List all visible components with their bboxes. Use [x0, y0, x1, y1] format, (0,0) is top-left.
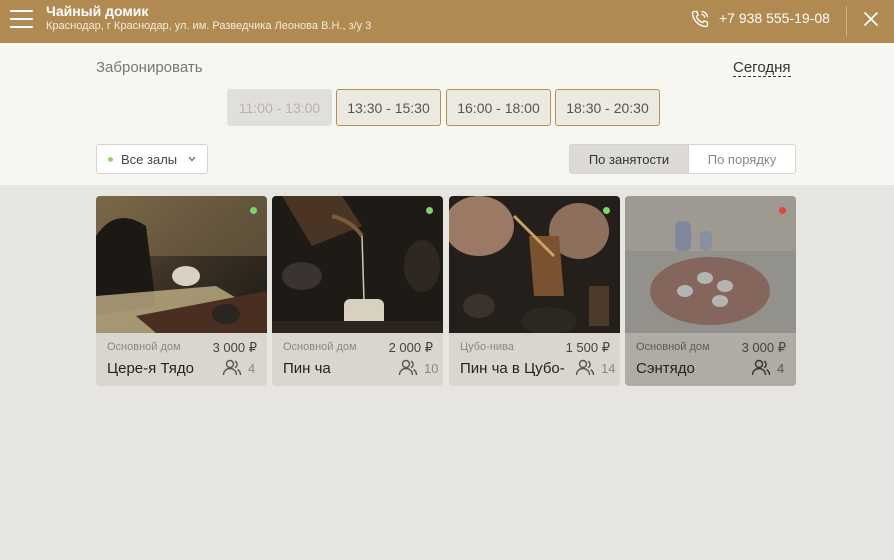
- people-icon: [575, 359, 595, 376]
- hall-location: Основной дом: [636, 341, 710, 353]
- people-icon: [751, 359, 771, 376]
- top-bar: Чайный домик Краснодар, г Краснодар, ул.…: [0, 0, 894, 43]
- hall-name: Сэнтядо: [636, 360, 695, 377]
- sort-by-order-tab[interactable]: По порядку: [689, 144, 796, 174]
- hall-location: Основной дом: [283, 341, 357, 353]
- phone-icon[interactable]: [690, 9, 710, 29]
- hall-capacity: 4: [248, 361, 256, 376]
- busy-overlay: [625, 196, 796, 386]
- hall-card[interactable]: Основной дом 3 000 ₽ Сэнтядо 4: [625, 196, 796, 386]
- booking-panel: Забронировать Сегодня 11:00 - 13:00 13:3…: [0, 43, 894, 185]
- hall-card[interactable]: Цубо-нива 1 500 ₽ Пин ча в Цубо-нива 14: [449, 196, 620, 386]
- chevron-down-icon: [188, 156, 196, 162]
- people-icon: [222, 359, 242, 376]
- hall-capacity: 10: [424, 361, 439, 376]
- hall-location: Цубо-нива: [460, 341, 514, 353]
- availability-dot-icon: [426, 207, 433, 214]
- hall-capacity: 14: [601, 361, 616, 376]
- date-selector[interactable]: Сегодня: [733, 59, 791, 77]
- burger-menu-icon[interactable]: [10, 10, 33, 28]
- hall-card[interactable]: Основной дом 2 000 ₽ Пин ча 10: [272, 196, 443, 386]
- hall-price: 2 000 ₽: [388, 340, 433, 355]
- header-divider: [846, 6, 847, 36]
- booking-label: Забронировать: [96, 59, 203, 76]
- venue-title: Чайный домик: [46, 3, 149, 19]
- availability-dot-icon: [779, 207, 786, 214]
- hall-price: 1 500 ₽: [565, 340, 610, 355]
- hall-photo: [272, 196, 443, 333]
- sort-by-occupancy-tab[interactable]: По занятости: [569, 144, 689, 174]
- hall-location: Основной дом: [107, 341, 181, 353]
- hall-capacity: 4: [777, 361, 785, 376]
- hall-name: Пин ча в Цубо-нива: [460, 360, 565, 377]
- hall-photo: [449, 196, 620, 333]
- venue-address: Краснодар, г Краснодар, ул. им. Разведчи…: [46, 20, 372, 32]
- time-slot: 11:00 - 13:00: [227, 89, 332, 126]
- phone-number[interactable]: +7 938 555-19-08: [719, 10, 830, 26]
- time-slot[interactable]: 16:00 - 18:00: [446, 89, 551, 126]
- hall-price: 3 000 ₽: [741, 340, 786, 355]
- hall-name: Пин ча: [283, 360, 331, 377]
- hall-price: 3 000 ₽: [212, 340, 257, 355]
- status-dot-icon: [108, 157, 113, 162]
- time-slot[interactable]: 18:30 - 20:30: [555, 89, 660, 126]
- hall-photo: [96, 196, 267, 333]
- time-slot[interactable]: 13:30 - 15:30: [336, 89, 441, 126]
- hall-filter-select[interactable]: Все залы: [96, 144, 208, 174]
- hall-filter-value: Все залы: [121, 152, 178, 167]
- close-icon[interactable]: [863, 11, 879, 27]
- hall-name: Цере-я Тядо: [107, 360, 194, 377]
- availability-dot-icon: [603, 207, 610, 214]
- hall-card[interactable]: Основной дом 3 000 ₽ Цере-я Тядо 4: [96, 196, 267, 386]
- people-icon: [398, 359, 418, 376]
- availability-dot-icon: [250, 207, 257, 214]
